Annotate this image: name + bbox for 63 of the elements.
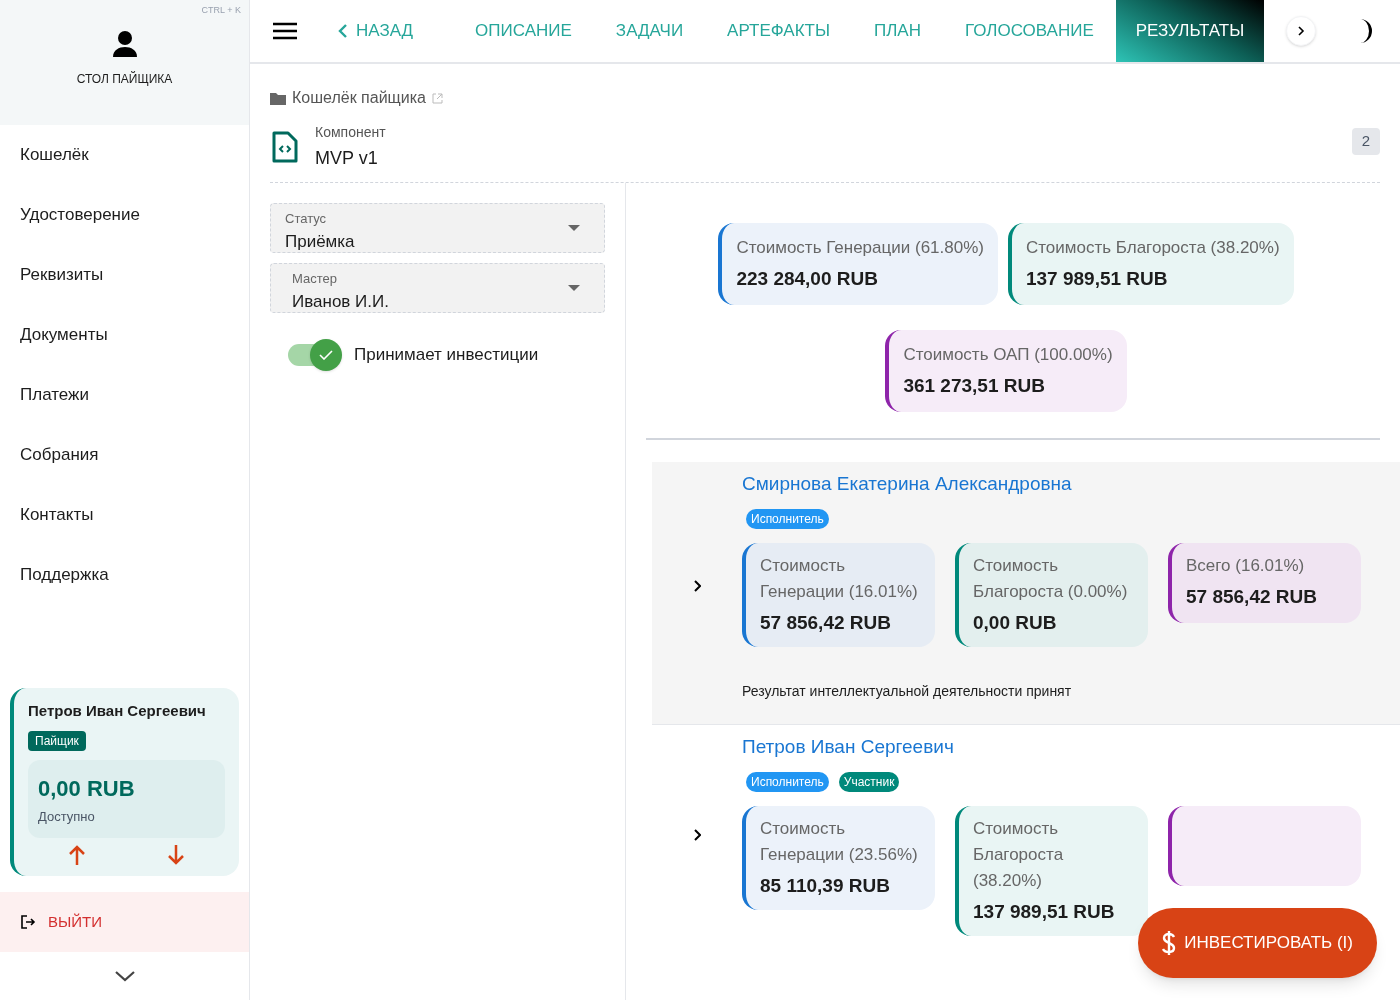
chevron-down-icon[interactable]	[113, 970, 136, 982]
card-label: Стоимость Благороста (0.00%)	[973, 554, 1129, 603]
card-label: Стоимость Генерации (61.80%)	[736, 237, 984, 259]
role-tag: Участник	[838, 771, 900, 792]
participant-name-link[interactable]: Смирнова Екатерина Александровна	[742, 470, 1400, 499]
account-name: Петров Иван Сергеевич	[28, 701, 207, 721]
breadcrumb-link[interactable]: Кошелёк пайщика	[292, 86, 426, 110]
scroll-right-button[interactable]	[1286, 16, 1317, 46]
participant-name-link[interactable]: Петров Иван Сергеевич	[742, 733, 1400, 762]
invest-button[interactable]: ИНВЕСТИРОВАТЬ (I)	[1138, 908, 1377, 978]
menu-icon[interactable]	[272, 21, 298, 41]
card-value: 361 273,51 RUB	[903, 373, 1046, 398]
sidebar-item[interactable]: Платежи	[0, 365, 249, 425]
card-value: 137 989,51 RUB	[1025, 266, 1169, 291]
component-name: MVP v1	[315, 147, 379, 170]
user-icon	[111, 30, 138, 58]
chevron-right-icon	[1297, 26, 1306, 36]
balance-amount: 0,00 RUB	[38, 774, 136, 803]
role-tag: Исполнитель	[746, 771, 829, 792]
select-field[interactable]: Статус Приёмка	[270, 203, 605, 253]
shortcut-hint: CTRL + K	[201, 4, 241, 17]
balance-label: Доступно	[38, 807, 96, 826]
card-value: 0,00 RUB	[973, 610, 1058, 635]
card-value: 223 284,00 RUB	[736, 266, 879, 291]
sidebar-item[interactable]: Удостоверение	[0, 185, 249, 245]
card-label: Стоимость Генерации (16.01%)	[760, 554, 919, 603]
code-file-icon	[272, 131, 298, 163]
card-label: Стоимость Генерации (23.56%)	[760, 817, 919, 866]
card-label: Стоимость Благороста (38.20%)	[1025, 237, 1280, 259]
card-value: 85 110,39 RUB	[760, 873, 891, 898]
role-tag: Исполнитель	[746, 508, 829, 529]
card-value: 57 856,42 RUB	[1186, 584, 1318, 609]
select-field[interactable]: Мастер Иванов И.И.	[270, 263, 605, 313]
card-label: Стоимость ОАП (100.00%)	[903, 344, 1113, 366]
result-note: Результат интеллектуальной деятельности принят	[742, 682, 1073, 701]
sidebar-title: СТОЛ ПАЙЩИКА	[76, 70, 173, 88]
sidebar-item[interactable]: Кошелёк	[0, 125, 249, 185]
nav-tab[interactable]: РЕЗУЛЬТАТЫ	[1115, 0, 1265, 62]
folder-icon	[270, 91, 286, 105]
chevron-right-icon[interactable]	[693, 580, 701, 592]
sidebar-item[interactable]: Контакты	[0, 485, 249, 545]
dropdown-caret-icon	[568, 225, 580, 231]
check-icon	[319, 350, 333, 360]
count-badge: 2	[1351, 128, 1380, 155]
role-tag: Пайщик	[28, 730, 86, 751]
chevron-right-icon[interactable]	[693, 828, 701, 841]
sidebar-item[interactable]: Реквизиты	[0, 245, 249, 305]
dollar-icon	[1162, 931, 1177, 955]
withdraw-arrow-icon[interactable]	[165, 844, 186, 866]
logout-icon	[20, 914, 36, 930]
card-value: 57 856,42 RUB	[760, 610, 892, 635]
sidebar-item[interactable]: Собрания	[0, 425, 249, 485]
card-label: Всего (16.01%)	[1186, 554, 1306, 577]
component-label: Компонент	[315, 123, 386, 142]
card-label: Стоимость Благороста (38.20%)	[973, 817, 1065, 892]
logout-button[interactable]: ВЫЙТИ	[0, 892, 249, 952]
toggle-label: Принимает инвестиции	[354, 344, 539, 367]
toggle-switch[interactable]	[288, 339, 340, 371]
sidebar-item[interactable]: Документы	[0, 305, 249, 365]
card-value: 137 989,51 RUB	[973, 899, 1116, 924]
dropdown-caret-icon	[568, 285, 580, 291]
sidebar-item[interactable]: Поддержка	[0, 545, 249, 605]
chevron-left-icon	[338, 23, 348, 39]
